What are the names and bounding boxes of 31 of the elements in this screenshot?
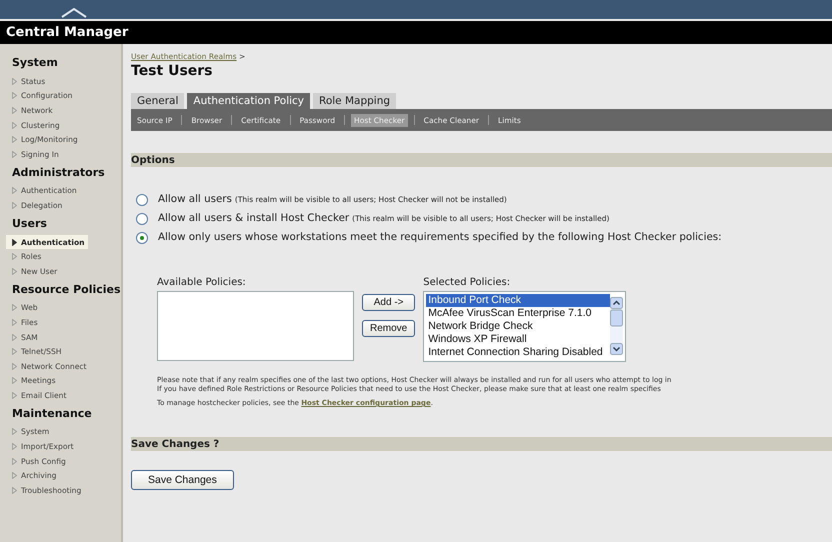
option-label: Allow all users	[158, 193, 232, 205]
list-item[interactable]: Network Bridge Check	[426, 320, 610, 333]
list-item[interactable]: Windows XP Firewall	[426, 333, 610, 346]
option-label: Allow all users & install Host Checker	[158, 212, 350, 224]
list-label: Selected Policies:	[423, 277, 510, 288]
radio-button[interactable]	[136, 232, 148, 244]
list-label: Available Policies:	[157, 277, 246, 288]
add-button[interactable]: Add ->	[362, 294, 416, 311]
sidebar-heading: Users	[12, 216, 47, 230]
tab[interactable]: Authentication Policy	[187, 93, 310, 109]
available-policies-list[interactable]	[157, 291, 354, 361]
radio-button[interactable]	[136, 213, 148, 225]
section-title: Save Changes ?	[131, 438, 220, 450]
selected-policies-list[interactable]: Inbound Port Check McAfee VirusScan Enterprise 7.1.0 Network Bridge Check Windows XP Firewall Internet Connection Sharing Disabled	[423, 291, 626, 362]
scrollbar[interactable]	[610, 297, 624, 355]
section-title: Options	[131, 154, 175, 166]
option-label: Allow only users whose workstations meet the requirements specified by the following Host Checker policies:	[158, 231, 722, 243]
page-title: Test Users	[131, 63, 213, 79]
sidebar-heading: System	[12, 56, 58, 69]
tab[interactable]: General	[131, 93, 184, 109]
list-item[interactable]: Inbound Port Check	[426, 294, 610, 307]
radio-button[interactable]	[136, 194, 148, 206]
sidebar-heading: Maintenance	[12, 406, 92, 420]
app-title: Central Manager	[6, 25, 128, 40]
remove-button[interactable]: Remove	[362, 320, 416, 337]
sidebar-heading: Administrators	[12, 166, 105, 179]
tab[interactable]: Role Mapping	[313, 93, 396, 109]
list-item[interactable]: McAfee VirusScan Enterprise 7.1.0	[426, 307, 610, 320]
list-item[interactable]: Internet Connection Sharing Disabled	[426, 346, 610, 359]
save-changes-button[interactable]: Save Changes	[131, 470, 234, 490]
sidebar-heading: Resource Policies	[12, 282, 121, 296]
